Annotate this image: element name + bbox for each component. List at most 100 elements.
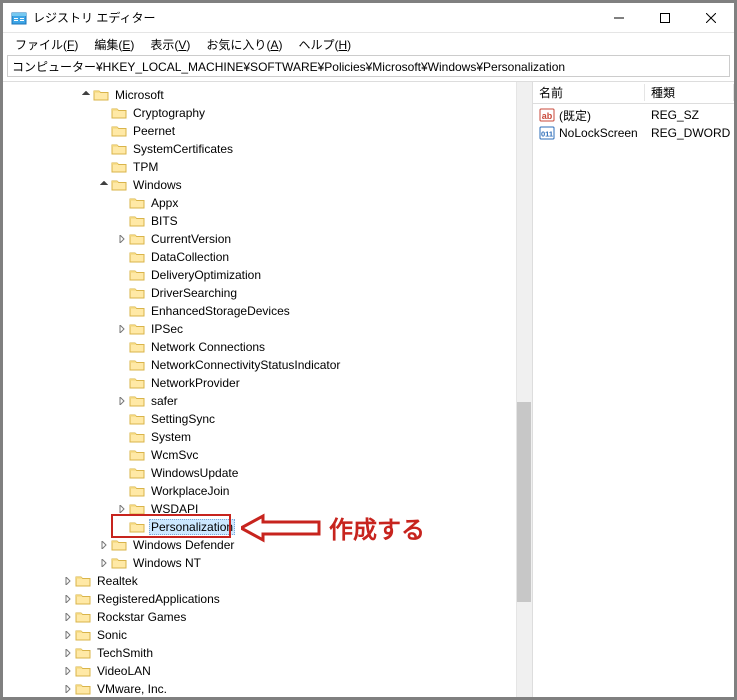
tree-node-label[interactable]: IPSec	[149, 321, 185, 337]
tree-row[interactable]: TPM	[7, 158, 532, 176]
menu-file[interactable]: ファイル(F)	[7, 34, 86, 55]
tree-row[interactable]: WcmSvc	[7, 446, 532, 464]
close-button[interactable]	[688, 3, 734, 32]
maximize-button[interactable]	[642, 3, 688, 32]
tree-node-label[interactable]: WindowsUpdate	[149, 465, 240, 481]
chevron-down-icon[interactable]	[79, 88, 93, 102]
tree-node-label[interactable]: Cryptography	[131, 105, 207, 121]
tree-row[interactable]: SettingSync	[7, 410, 532, 428]
tree-node-label[interactable]: NetworkConnectivityStatusIndicator	[149, 357, 342, 373]
tree-node-label[interactable]: Rockstar Games	[95, 609, 188, 625]
tree-row[interactable]: safer	[7, 392, 532, 410]
tree-node-label[interactable]: WorkplaceJoin	[149, 483, 231, 499]
tree-node-label[interactable]: DeliveryOptimization	[149, 267, 263, 283]
tree-node-label[interactable]: Realtek	[95, 573, 140, 589]
chevron-right-icon[interactable]	[61, 682, 75, 696]
tree-row[interactable]: Windows NT	[7, 554, 532, 572]
tree-row[interactable]: Sonic	[7, 626, 532, 644]
tree-row[interactable]: DataCollection	[7, 248, 532, 266]
tree-node-label[interactable]: Windows Defender	[131, 537, 236, 553]
chevron-down-icon[interactable]	[97, 178, 111, 192]
tree-node-label[interactable]: System	[149, 429, 193, 445]
tree-row[interactable]: IPSec	[7, 320, 532, 338]
tree-node-label[interactable]: NetworkProvider	[149, 375, 242, 391]
tree-node-label[interactable]: DataCollection	[149, 249, 231, 265]
chevron-right-icon[interactable]	[115, 502, 129, 516]
tree-node-label[interactable]: BITS	[149, 213, 180, 229]
tree-node-label[interactable]: Windows NT	[131, 555, 203, 571]
chevron-right-icon[interactable]	[61, 664, 75, 678]
list-row[interactable]: 011NoLockScreenREG_DWORD	[533, 124, 734, 142]
tree-row[interactable]: BITS	[7, 212, 532, 230]
tree-node-label[interactable]: EnhancedStorageDevices	[149, 303, 292, 319]
tree-row[interactable]: Personalization	[7, 518, 532, 536]
tree-row[interactable]: Cryptography	[7, 104, 532, 122]
tree-row[interactable]: VMware, Inc.	[7, 680, 532, 697]
tree-row[interactable]: WSDAPI	[7, 500, 532, 518]
tree-row[interactable]: Windows	[7, 176, 532, 194]
tree-node-label[interactable]: TPM	[131, 159, 160, 175]
list-row[interactable]: ab(既定)REG_SZ	[533, 106, 734, 124]
chevron-right-icon[interactable]	[61, 574, 75, 588]
minimize-button[interactable]	[596, 3, 642, 32]
tree-node-label[interactable]: VideoLAN	[95, 663, 153, 679]
folder-icon	[129, 430, 145, 444]
tree-row[interactable]: Network Connections	[7, 338, 532, 356]
tree-node-label[interactable]: RegisteredApplications	[95, 591, 222, 607]
tree-node-label[interactable]: Personalization	[149, 519, 235, 535]
tree-scrollbar[interactable]	[516, 82, 532, 697]
tree-node-label[interactable]: VMware, Inc.	[95, 681, 169, 697]
tree-node-label[interactable]: WcmSvc	[149, 447, 200, 463]
tree-row[interactable]: SystemCertificates	[7, 140, 532, 158]
chevron-right-icon[interactable]	[61, 592, 75, 606]
tree-row[interactable]: Rockstar Games	[7, 608, 532, 626]
tree-node-label[interactable]: SystemCertificates	[131, 141, 235, 157]
tree-node-label[interactable]: Windows	[131, 177, 184, 193]
chevron-right-icon[interactable]	[115, 322, 129, 336]
tree-node-label[interactable]: TechSmith	[95, 645, 155, 661]
tree-row[interactable]: System	[7, 428, 532, 446]
tree-node-label[interactable]: Microsoft	[113, 87, 166, 103]
chevron-right-icon[interactable]	[115, 394, 129, 408]
col-type[interactable]: 種類	[645, 84, 734, 101]
tree-row[interactable]: EnhancedStorageDevices	[7, 302, 532, 320]
chevron-right-icon[interactable]	[115, 232, 129, 246]
tree-row[interactable]: Realtek	[7, 572, 532, 590]
tree-row[interactable]: NetworkProvider	[7, 374, 532, 392]
tree-row[interactable]: Microsoft	[7, 86, 532, 104]
col-name[interactable]: 名前	[533, 84, 645, 101]
tree-node-label[interactable]: Appx	[149, 195, 180, 211]
tree-row[interactable]: TechSmith	[7, 644, 532, 662]
chevron-right-icon[interactable]	[61, 610, 75, 624]
menu-view[interactable]: 表示(V)	[142, 34, 198, 55]
tree-row[interactable]: NetworkConnectivityStatusIndicator	[7, 356, 532, 374]
chevron-right-icon[interactable]	[61, 628, 75, 642]
chevron-right-icon[interactable]	[97, 538, 111, 552]
tree-row[interactable]: VideoLAN	[7, 662, 532, 680]
menu-favorites[interactable]: お気に入り(A)	[198, 34, 290, 55]
tree-row[interactable]: WindowsUpdate	[7, 464, 532, 482]
tree-node-label[interactable]: DriverSearching	[149, 285, 239, 301]
tree-row[interactable]: CurrentVersion	[7, 230, 532, 248]
menu-help[interactable]: ヘルプ(H)	[290, 34, 359, 55]
menu-edit[interactable]: 編集(E)	[86, 34, 142, 55]
tree-node-label[interactable]: CurrentVersion	[149, 231, 233, 247]
chevron-right-icon[interactable]	[97, 556, 111, 570]
tree-node-label[interactable]: SettingSync	[149, 411, 217, 427]
scrollbar-thumb[interactable]	[517, 402, 531, 602]
address-bar[interactable]: コンピューター¥HKEY_LOCAL_MACHINE¥SOFTWARE¥Poli…	[7, 55, 730, 77]
tree-node-label[interactable]: Network Connections	[149, 339, 267, 355]
tree-row[interactable]: WorkplaceJoin	[7, 482, 532, 500]
tree-node-label[interactable]: Peernet	[131, 123, 177, 139]
tree-row[interactable]: Appx	[7, 194, 532, 212]
tree-row[interactable]: Windows Defender	[7, 536, 532, 554]
tree-row[interactable]: DriverSearching	[7, 284, 532, 302]
tree-row[interactable]: DeliveryOptimization	[7, 266, 532, 284]
chevron-right-icon[interactable]	[61, 646, 75, 660]
tree-row[interactable]: RegisteredApplications	[7, 590, 532, 608]
tree-node-label[interactable]: safer	[149, 393, 180, 409]
tree-row[interactable]: Peernet	[7, 122, 532, 140]
tree-node-label[interactable]: WSDAPI	[149, 501, 200, 517]
tree-node-label[interactable]: Sonic	[95, 627, 129, 643]
tree[interactable]: Microsoft Cryptography Peernet SystemCer…	[3, 82, 532, 697]
